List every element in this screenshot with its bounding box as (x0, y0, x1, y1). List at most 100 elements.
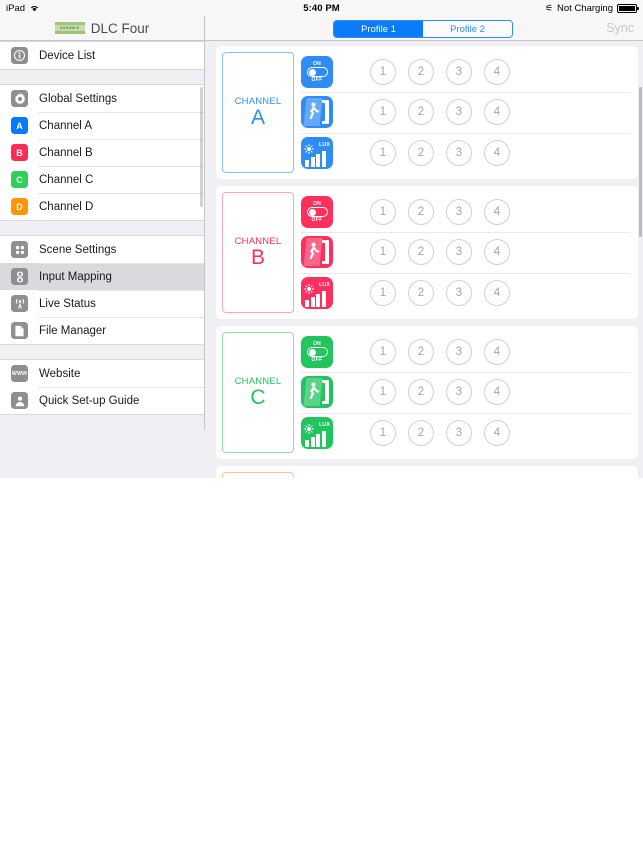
option-4[interactable]: 4 (484, 279, 510, 306)
channel-rows: ONOFF 1 2 3 4 (301, 472, 638, 478)
sidebar-item-channel-c[interactable]: C Channel C (0, 166, 204, 193)
sidebar-item-label: Live Status (39, 297, 96, 310)
sidebar-item-global-settings[interactable]: Global Settings (0, 85, 204, 112)
option-group: 1 2 3 4 (370, 339, 510, 366)
option-4[interactable]: 4 (484, 199, 510, 226)
toggle-off-label: OFF (311, 77, 323, 84)
sidebar-item-channel-b[interactable]: B Channel B (0, 139, 204, 166)
mapping-row-on-off: ONOFF 1 2 3 4 (301, 332, 638, 372)
option-1[interactable]: 1 (370, 199, 396, 226)
sidebar-item-quick-setup-guide[interactable]: Quick Set-up Guide (0, 387, 204, 414)
option-2[interactable]: 2 (408, 59, 434, 86)
option-3[interactable]: 3 (446, 419, 472, 446)
mapping-row-motion: 1 2 3 4 (301, 232, 638, 272)
status-bar-right: ⚟ Not Charging (437, 2, 639, 14)
tab-profile-2[interactable]: Profile 2 (423, 21, 512, 37)
option-1[interactable]: 1 (370, 379, 396, 406)
input-mapping-list: CHANNEL A ON OFF 1 2 3 4 1 2 3 4 LUX 1 2… (206, 41, 643, 478)
option-3[interactable]: 3 (446, 59, 472, 86)
tab-profile-1[interactable]: Profile 1 (334, 21, 423, 37)
option-4[interactable]: 4 (484, 379, 510, 406)
option-3[interactable]: 3 (446, 239, 472, 266)
sidebar-item-device-list[interactable]: Device List (0, 42, 204, 69)
channel-rows: ONOFF 1 2 3 4 (301, 52, 638, 173)
option-2[interactable]: 2 (408, 419, 434, 446)
toggle-switch-shape (306, 207, 328, 218)
motion-sensor-icon[interactable] (301, 236, 333, 269)
option-2[interactable]: 2 (408, 139, 434, 166)
option-4[interactable]: 4 (484, 99, 510, 126)
device-name: iPad (6, 2, 26, 14)
lux-sensor-icon[interactable]: LUX (301, 136, 333, 169)
sync-button[interactable]: Sync (606, 21, 634, 35)
channel-badge-b: CHANNEL B (222, 192, 294, 313)
content-scrollbar[interactable] (639, 87, 642, 237)
sidebar-item-live-status[interactable]: Live Status (0, 290, 204, 317)
lux-sensor-icon[interactable]: LUX (301, 416, 333, 449)
channel-badge-d: CHANNEL D (222, 472, 294, 478)
option-3[interactable]: 3 (446, 199, 472, 226)
option-4[interactable]: 4 (484, 419, 510, 446)
option-2[interactable]: 2 (408, 199, 434, 226)
option-3[interactable]: 3 (446, 139, 472, 166)
option-1[interactable]: 1 (370, 339, 396, 366)
sidebar-divider (0, 70, 204, 84)
letter-d-icon: D (11, 198, 28, 215)
gear-icon (11, 90, 28, 107)
sidebar-item-website[interactable]: WWW Website (0, 360, 204, 387)
document-icon (11, 322, 28, 339)
option-group: 1 2 3 4 (370, 239, 510, 266)
www-icon: WWW (11, 365, 28, 382)
channel-card-c: CHANNEL C ON OFF 1 2 3 4 1 2 3 4 LUX 1 2… (216, 326, 638, 459)
power-status-label: Not Charging (557, 2, 613, 14)
option-2[interactable]: 2 (408, 279, 434, 306)
lux-label: LUX (319, 422, 330, 429)
option-1[interactable]: 1 (370, 279, 396, 306)
on-off-toggle-icon[interactable]: ON OFF (301, 336, 333, 369)
option-group: 1 2 3 4 (370, 139, 510, 166)
option-2[interactable]: 2 (408, 239, 434, 266)
option-2[interactable]: 2 (408, 339, 434, 366)
option-3[interactable]: 3 (446, 379, 472, 406)
sidebar-scrollbar[interactable] (200, 87, 203, 207)
profile-segmented-control[interactable]: Profile 1 Profile 2 (333, 20, 513, 38)
mapping-row-lux: LUX 1 2 3 4 (301, 132, 638, 173)
bar-chart-icon (305, 430, 326, 447)
option-2[interactable]: 2 (408, 99, 434, 126)
option-4[interactable]: 4 (484, 139, 510, 166)
motion-sensor-icon[interactable] (301, 96, 333, 129)
grid-dots-icon (11, 241, 28, 258)
status-bar-clock: 5:40 PM (303, 2, 340, 14)
lux-sensor-icon[interactable]: LUX (301, 276, 333, 309)
sidebar-item-label: Website (39, 367, 81, 380)
sidebar-item-scene-settings[interactable]: Scene Settings (0, 236, 204, 263)
sidebar-item-channel-a[interactable]: A Channel A (0, 112, 204, 139)
channel-card-d: CHANNEL D ONOFF 1 2 3 4 (216, 466, 638, 478)
option-3[interactable]: 3 (446, 99, 472, 126)
on-off-toggle-icon[interactable]: ON OFF (301, 196, 333, 229)
option-4[interactable]: 4 (484, 339, 510, 366)
option-4[interactable]: 4 (484, 59, 510, 86)
mapping-row-motion: 1 2 3 4 (301, 92, 638, 132)
mapping-row-on-off: ONOFF 1 2 3 4 (301, 192, 638, 232)
sidebar-item-input-mapping[interactable]: Input Mapping (0, 263, 204, 290)
sidebar-item-file-manager[interactable]: File Manager (0, 317, 204, 344)
motion-sensor-icon[interactable] (301, 376, 333, 409)
option-1[interactable]: 1 (370, 139, 396, 166)
sidebar-item-channel-d[interactable]: D Channel D (0, 193, 204, 220)
option-1[interactable]: 1 (370, 239, 396, 266)
option-1[interactable]: 1 (370, 59, 396, 86)
option-4[interactable]: 4 (484, 239, 510, 266)
mapping-row-lux: LUX 1 2 3 4 (301, 272, 638, 313)
option-3[interactable]: 3 (446, 279, 472, 306)
option-3[interactable]: 3 (446, 339, 472, 366)
sidebar-item-label: Channel C (39, 173, 94, 186)
option-1[interactable]: 1 (370, 419, 396, 446)
option-1[interactable]: 1 (370, 99, 396, 126)
on-off-toggle-icon[interactable]: ON OFF (301, 56, 333, 89)
channel-rows: ONOFF 1 2 3 4 (301, 192, 638, 313)
option-group: 1 2 3 4 (370, 379, 510, 406)
toggle-off-label: OFF (311, 357, 323, 364)
sidebar-item-label: Input Mapping (39, 270, 112, 283)
option-2[interactable]: 2 (408, 379, 434, 406)
